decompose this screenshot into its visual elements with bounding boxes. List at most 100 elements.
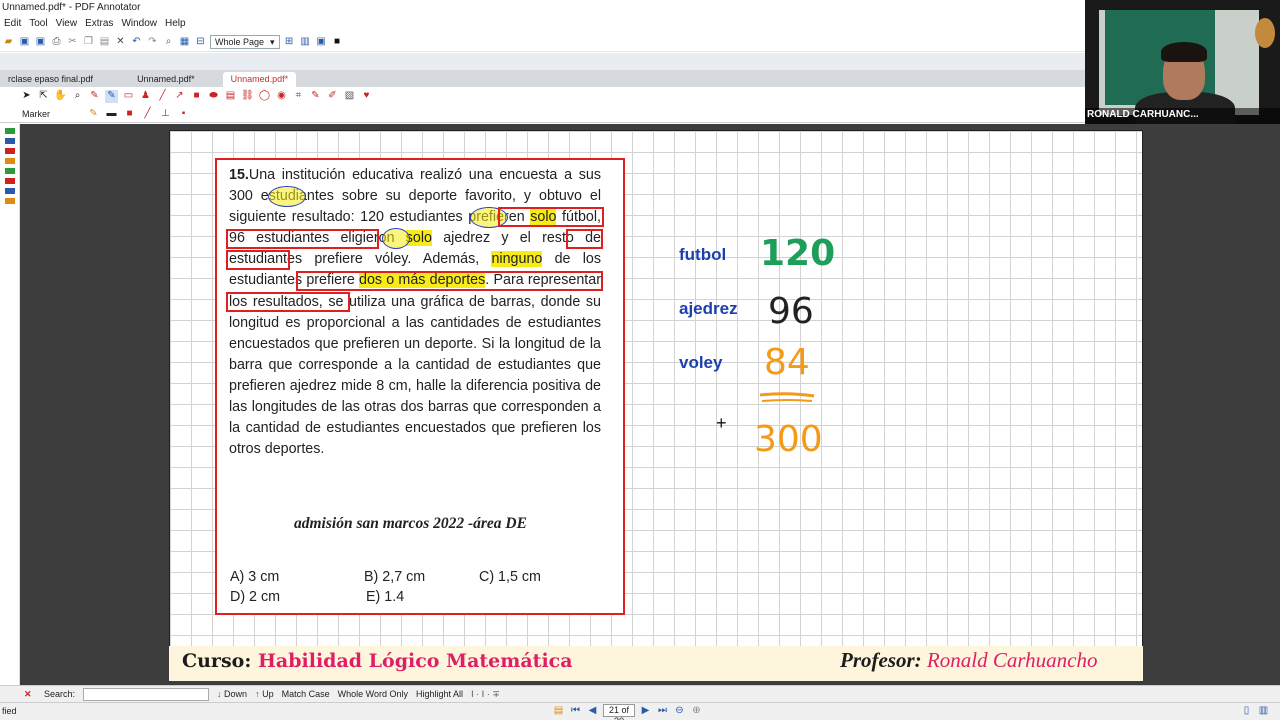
copy-icon[interactable]: ❐: [82, 35, 95, 48]
cut-icon[interactable]: ✂: [66, 35, 79, 48]
ellipse-icon[interactable]: ⬬: [207, 90, 220, 103]
strip-pen-icon[interactable]: [4, 198, 15, 204]
presenter-hair: [1161, 42, 1207, 62]
arrow-down-icon: ↓: [217, 689, 222, 699]
tab-document-2[interactable]: Unnamed.pdf*: [129, 72, 203, 87]
hand-icon[interactable]: ✋: [54, 90, 67, 103]
fit-icon[interactable]: ▣: [315, 35, 328, 48]
search-label: Search:: [44, 689, 76, 699]
zoom-out-icon[interactable]: ⊟: [194, 35, 207, 48]
pen-color-icon[interactable]: ✎: [87, 107, 100, 120]
back-icon[interactable]: ⊖: [673, 704, 686, 717]
zoom-in-icon[interactable]: ⊞: [283, 35, 296, 48]
eraser-icon[interactable]: ▤: [224, 90, 237, 103]
pen-icon[interactable]: ✎: [88, 90, 101, 103]
lasso-icon[interactable]: ◯: [258, 90, 271, 103]
webcam-overlay: RONALD CARHUANC...: [1085, 0, 1280, 124]
strip-pen-icon[interactable]: [4, 128, 15, 134]
stamp-icon[interactable]: ♟: [139, 90, 152, 103]
menu-view[interactable]: View: [56, 16, 78, 32]
single-page-icon[interactable]: ▯: [1240, 704, 1253, 717]
prev-page-icon[interactable]: ◀: [586, 704, 599, 717]
highlight-all-toggle[interactable]: Highlight All: [416, 689, 463, 699]
toolbar-gap: [0, 53, 1085, 70]
whole-word-toggle[interactable]: Whole Word Only: [338, 689, 408, 699]
option-e: E) 1.4: [366, 589, 405, 605]
select-text-icon[interactable]: ⇱: [37, 90, 50, 103]
find-icon[interactable]: ⌕: [162, 35, 175, 48]
smooth-icon[interactable]: ╱: [141, 107, 154, 120]
text-cursor-icon[interactable]: Ⅰ · Ⅰ · ∓: [471, 689, 500, 700]
strip-pen-icon[interactable]: [4, 188, 15, 194]
rectangle-annotation: [296, 271, 603, 291]
value-voley: 84: [764, 342, 810, 383]
save-icon[interactable]: ▣: [18, 35, 31, 48]
label-ajedrez: ajedrez: [679, 299, 738, 318]
page-view-icon[interactable]: ▤: [552, 704, 565, 717]
sum-line: [759, 392, 815, 402]
crop-icon[interactable]: ⌗: [292, 90, 305, 103]
label-voley: voley: [679, 353, 723, 372]
rectangle-icon[interactable]: ■: [190, 90, 203, 103]
open-icon[interactable]: ▰: [2, 35, 15, 48]
transparency-icon[interactable]: ⊥: [159, 107, 172, 120]
lock-icon[interactable]: ▪: [177, 107, 190, 120]
rectangle-annotation: [566, 229, 603, 249]
print-icon[interactable]: ⎙: [50, 35, 63, 48]
status-text: fied: [2, 706, 17, 716]
line-icon[interactable]: ╱: [156, 90, 169, 103]
image-icon[interactable]: ▧: [343, 90, 356, 103]
camera-icon[interactable]: ◉: [275, 90, 288, 103]
line-width-icon[interactable]: ▬: [105, 107, 118, 120]
menu-tool[interactable]: Tool: [29, 16, 47, 32]
strip-pen-icon[interactable]: [4, 138, 15, 144]
strip-pen-icon[interactable]: [4, 158, 15, 164]
rectangle-annotation: [226, 292, 350, 312]
window-title: Unnamed.pdf* - PDF Annotator: [0, 0, 1085, 16]
undo-icon[interactable]: ↶: [130, 35, 143, 48]
pointer-icon[interactable]: ➤: [20, 90, 33, 103]
save-all-icon[interactable]: ▣: [34, 35, 47, 48]
last-page-icon[interactable]: ⏭: [656, 704, 669, 717]
paste-icon[interactable]: ▤: [98, 35, 111, 48]
tab-document-3[interactable]: Unnamed.pdf*: [222, 72, 297, 87]
problem-source: admisión san marcos 2022 -área DE: [294, 515, 527, 532]
zoom-select[interactable]: Whole Page ▾: [210, 34, 280, 49]
match-case-toggle[interactable]: Match Case: [282, 689, 330, 699]
link-icon[interactable]: ⛓: [241, 90, 254, 103]
webcam-name-label: RONALD CARHUANC...: [1085, 108, 1280, 124]
menu-edit[interactable]: Edit: [4, 16, 21, 32]
color-swatch-icon[interactable]: ■: [123, 107, 136, 120]
first-page-icon[interactable]: ⏮: [569, 704, 582, 717]
strip-pen-icon[interactable]: [4, 148, 15, 154]
page-layout-icon[interactable]: ▥: [299, 35, 312, 48]
delete-icon[interactable]: ✕: [114, 35, 127, 48]
close-search-icon[interactable]: ✕: [24, 689, 32, 700]
strip-pen-icon[interactable]: [4, 178, 15, 184]
magnifier-icon[interactable]: ⌕: [71, 90, 84, 103]
heart-icon[interactable]: ♥: [360, 90, 373, 103]
marker-icon[interactable]: ✎: [105, 89, 118, 103]
find-down-button[interactable]: ↓ Down: [217, 689, 247, 699]
two-page-icon[interactable]: ▥: [1257, 704, 1270, 717]
find-up-button[interactable]: ↑ Up: [255, 689, 274, 699]
menu-window[interactable]: Window: [121, 16, 157, 32]
document-tabs: rclase epaso final.pdf Unnamed.pdf* Unna…: [0, 70, 1085, 87]
brush-icon[interactable]: ✐: [326, 90, 339, 103]
fullscreen-icon[interactable]: ■: [331, 35, 344, 48]
forward-icon[interactable]: ⊕: [690, 704, 703, 717]
search-input[interactable]: [83, 687, 210, 701]
annotation-toolbar: ➤ ⇱ ✋ ⌕ ✎ ✎ ▭ ♟ ╱ ↗ ■ ⬬ ▤ ⛓ ◯ ◉ ⌗ ✎ ✐ ▧ …: [0, 87, 1085, 105]
page-number-field[interactable]: 21 of 30: [603, 704, 635, 720]
arrow-icon[interactable]: ↗: [173, 90, 186, 103]
redo-icon[interactable]: ↷: [146, 35, 159, 48]
menu-help[interactable]: Help: [165, 16, 186, 32]
edit-icon[interactable]: ✎: [309, 90, 322, 103]
next-page-icon[interactable]: ▶: [639, 704, 652, 717]
strip-pen-icon[interactable]: [4, 168, 15, 174]
select-icon[interactable]: ▦: [178, 35, 191, 48]
arrow-up-icon: ↑: [255, 689, 260, 699]
menu-extras[interactable]: Extras: [85, 16, 113, 32]
text-box-icon[interactable]: ▭: [122, 90, 135, 103]
tab-document-1[interactable]: rclase epaso final.pdf: [0, 72, 101, 87]
